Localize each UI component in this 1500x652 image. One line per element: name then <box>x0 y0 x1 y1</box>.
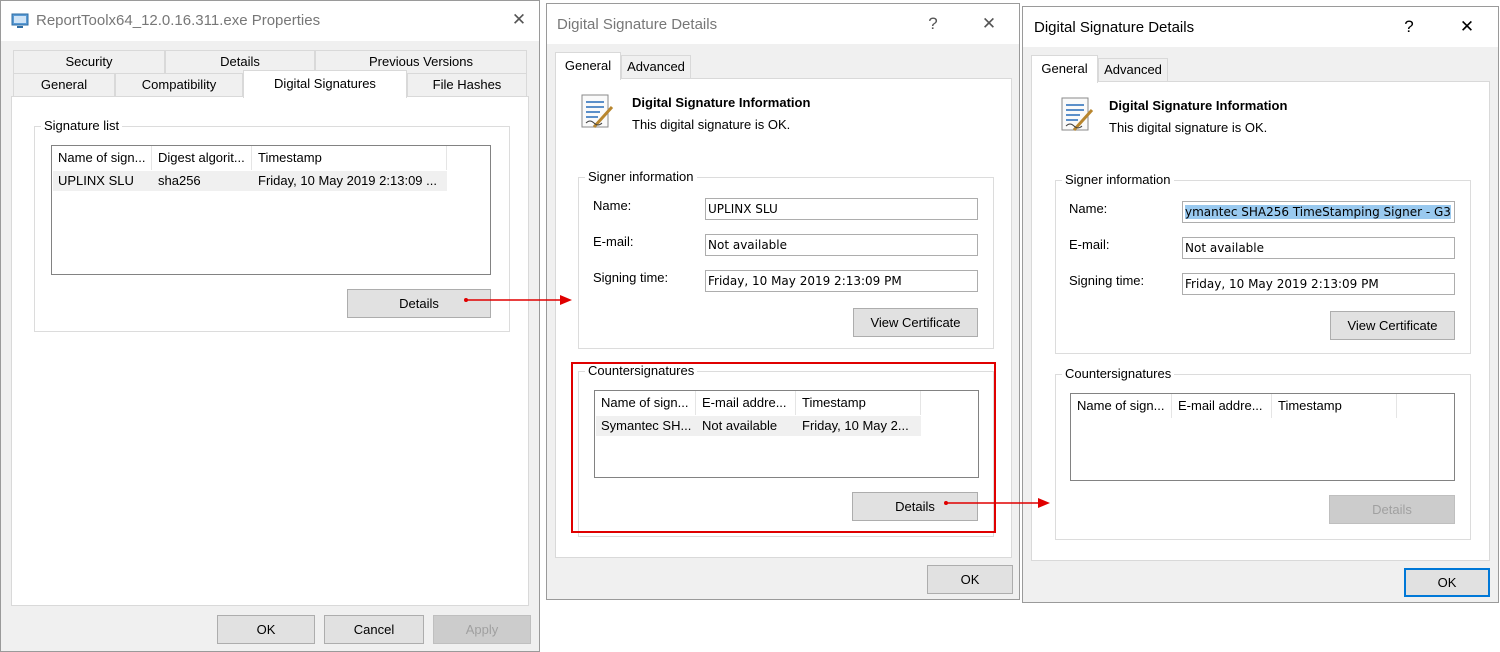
annotation-arrows <box>464 295 1050 508</box>
arrow-details-to-details-window <box>464 295 572 305</box>
arrow-counter-details-to-countersignature-window <box>944 498 1050 508</box>
